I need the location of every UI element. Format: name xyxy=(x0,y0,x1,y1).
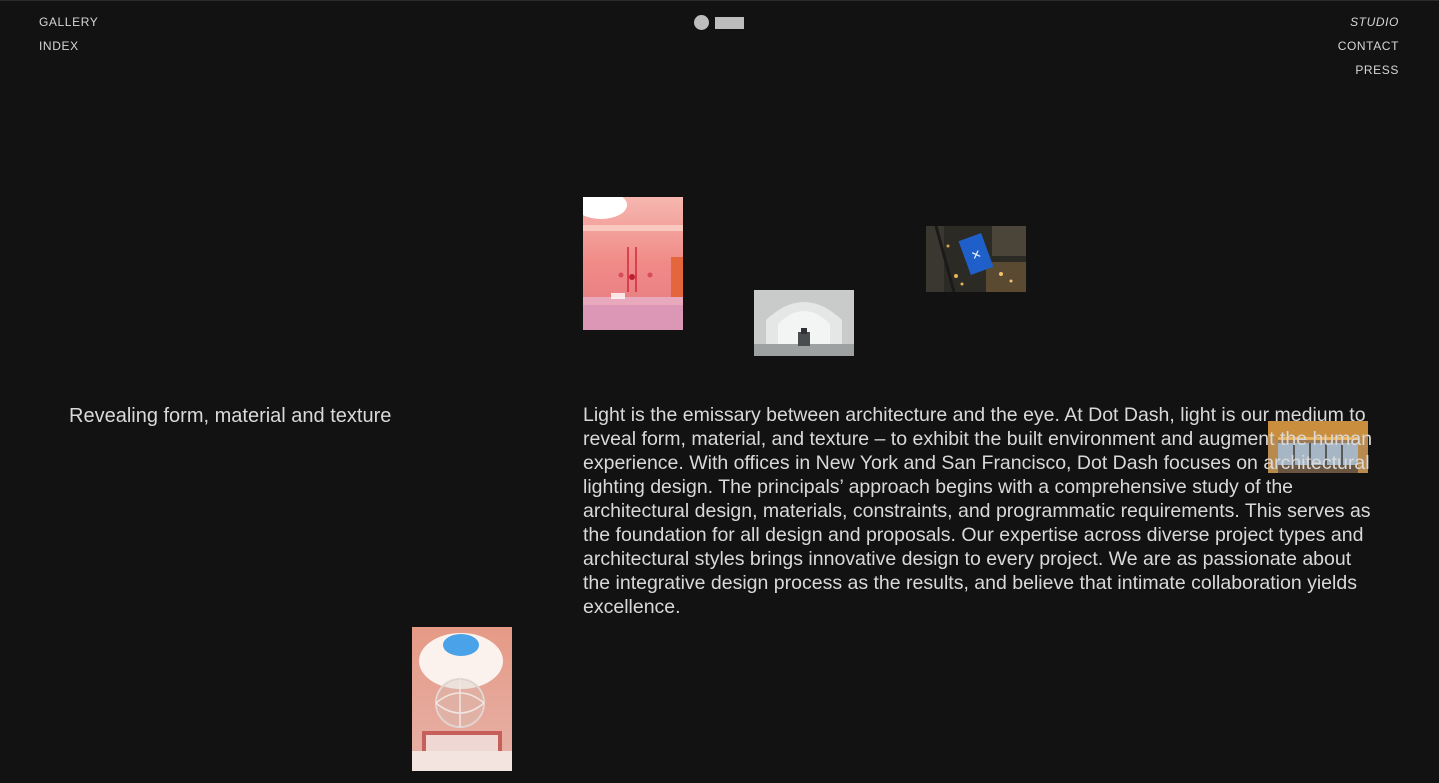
page-subheading: Revealing form, material and texture xyxy=(69,405,392,427)
dot-dash-logo-icon[interactable] xyxy=(694,15,746,31)
nav-contact-link[interactable]: CONTACT xyxy=(1338,39,1399,53)
studio-description: Light is the emissary between architectu… xyxy=(583,404,1373,618)
nav-index-link[interactable]: INDEX xyxy=(39,39,79,53)
aerial-city-night-photo[interactable]: ✕ xyxy=(926,226,1026,292)
nav-gallery-link[interactable]: GALLERY xyxy=(39,15,98,29)
page: GALLERY INDEX STUDIO CONTACT PRESS ✕ Rev… xyxy=(0,0,1439,783)
nav-press-link[interactable]: PRESS xyxy=(1355,63,1399,77)
logo-dot-icon xyxy=(694,15,709,30)
pink-interior-photo[interactable] xyxy=(583,197,683,330)
white-arch-photo[interactable] xyxy=(754,290,854,356)
logo-dash-icon xyxy=(715,17,744,29)
skylight-sculpture-photo[interactable] xyxy=(412,627,512,771)
nav-studio-link[interactable]: STUDIO xyxy=(1350,15,1399,29)
